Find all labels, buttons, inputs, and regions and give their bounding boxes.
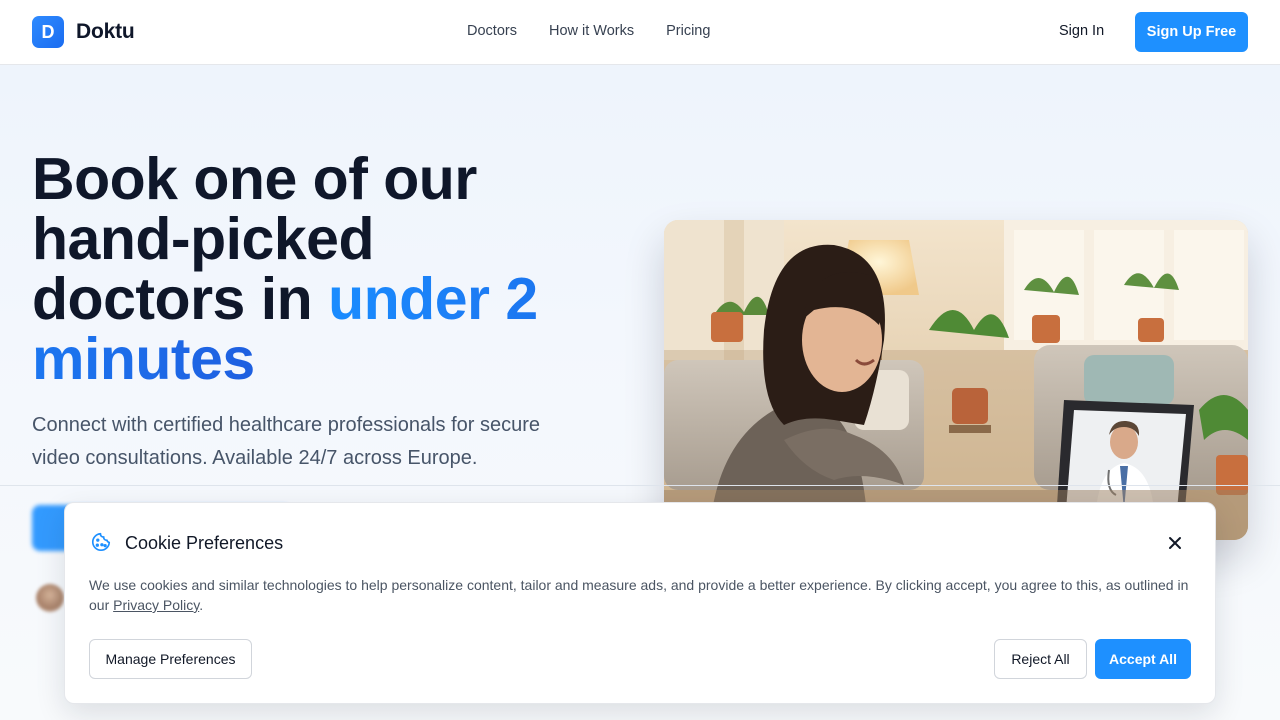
main-nav: Doctors How it Works Pricing	[467, 23, 710, 39]
site-header: D Doktu Doctors How it Works Pricing Sig…	[0, 0, 1280, 65]
avatar	[36, 584, 64, 612]
nav-how-it-works[interactable]: How it Works	[549, 23, 634, 39]
accept-all-button[interactable]: Accept All	[1095, 639, 1191, 679]
nav-pricing[interactable]: Pricing	[666, 23, 710, 39]
cookie-dialog: Cookie Preferences We use cookies and si…	[64, 502, 1216, 704]
hero-image	[664, 220, 1248, 540]
cookie-body-end: .	[199, 597, 204, 613]
reject-all-button[interactable]: Reject All	[994, 639, 1087, 679]
cookie-dialog-text: We use cookies and similar technologies …	[89, 575, 1189, 615]
overlay-divider	[0, 485, 1280, 486]
sign-in-link[interactable]: Sign In	[1059, 23, 1104, 39]
hero-subtitle: Connect with certified healthcare profes…	[32, 414, 541, 469]
privacy-policy-link[interactable]: Privacy Policy	[113, 597, 199, 613]
hero-title: Book one of our hand-picked doctors in u…	[32, 149, 592, 389]
nav-doctors[interactable]: Doctors	[467, 23, 517, 39]
cookie-body: We use cookies and similar technologies …	[89, 577, 1189, 613]
close-icon[interactable]	[1164, 532, 1186, 554]
cookie-dialog-title: Cookie Preferences	[125, 533, 284, 553]
sign-up-button[interactable]: Sign Up Free	[1135, 12, 1248, 52]
logo-text[interactable]: Doktu	[76, 20, 135, 44]
hero-illustration	[664, 220, 1248, 540]
logo-mark[interactable]: D	[32, 16, 64, 48]
manage-preferences-button[interactable]: Manage Preferences	[89, 639, 252, 679]
cookie-icon	[90, 531, 112, 553]
